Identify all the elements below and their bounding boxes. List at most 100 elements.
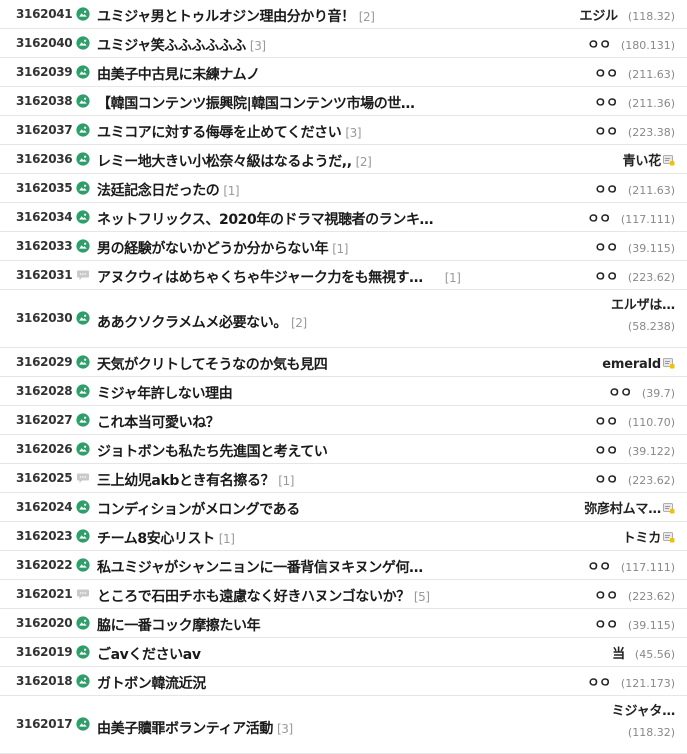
list-item[interactable]: 3162033 男の経験がないかどうか分からない年 [1] ㅇㅇ (39.115): [0, 232, 687, 261]
post-title-link[interactable]: コンディションがメロングである: [97, 499, 300, 519]
post-title-link[interactable]: ユミジャ男とトゥルオジン理由分かり音！ [2]: [97, 6, 375, 26]
author-nickname[interactable]: ㅇㅇ: [594, 96, 618, 111]
post-title-text[interactable]: 私ユミジャがシャンニョンに一番背信ヌキヌンゲ何…: [97, 560, 423, 576]
author-nickname[interactable]: ㅇㅇ: [587, 38, 611, 53]
author-nickname[interactable]: エジル: [580, 9, 619, 24]
post-title-link[interactable]: 由美子贖罪ボランティア活動 [3]: [97, 718, 293, 738]
author-nickname[interactable]: ㅇㅇ: [608, 386, 632, 401]
post-title-link[interactable]: 脇に一番コック摩擦たい年: [97, 615, 261, 635]
post-title-text[interactable]: ところで石田チホも遠慮なく好きハヌンゴないか？: [97, 589, 410, 605]
post-title-text[interactable]: コンディションがメロングである: [97, 502, 300, 518]
post-title-text[interactable]: 三上幼児akbとき有名擦る？: [97, 473, 275, 489]
list-item[interactable]: 3162027 これ本当可愛いね？ ㅇㅇ (110.70): [0, 406, 687, 435]
post-title-text[interactable]: 男の経験がないかどうか分からない年: [97, 241, 329, 257]
post-title-link[interactable]: ミジャ年許しない理由: [97, 383, 233, 403]
list-item[interactable]: 3162029 天気がクリトしてそうなのか気も見四 emerald: [0, 348, 687, 377]
list-item[interactable]: 3162019 ごavくださいav 当 (45.56): [0, 638, 687, 667]
author-nickname[interactable]: ㅇㅇ: [594, 270, 618, 285]
post-title-link[interactable]: ああクソクラメムメ必要ない。 [2]: [97, 312, 307, 332]
list-item[interactable]: 3162040 ユミジャ笑ふふふふふふ [3] ㅇㅇ (180.131): [0, 29, 687, 58]
post-title-link[interactable]: チーム8安心リスト [1]: [97, 528, 235, 548]
post-title-link[interactable]: 三上幼児akbとき有名擦る？ [1]: [97, 470, 294, 490]
post-title-link[interactable]: 由美子中古見に未練ナムノ: [97, 64, 260, 84]
comment-count[interactable]: [1]: [445, 271, 461, 285]
author-nickname[interactable]: エルザは…: [611, 298, 675, 313]
author-nickname[interactable]: 当: [612, 647, 625, 662]
comment-count[interactable]: [3]: [345, 126, 361, 140]
comment-count[interactable]: [1]: [278, 474, 294, 488]
list-item[interactable]: 3162018 ガトボン韓流近況 ㅇㅇ (121.173): [0, 667, 687, 696]
author-nickname[interactable]: emerald: [602, 357, 661, 372]
comment-count[interactable]: [1]: [223, 184, 239, 198]
post-title-text[interactable]: 由美子中古見に未練ナムノ: [97, 67, 260, 83]
list-item[interactable]: 3162028 ミジャ年許しない理由 ㅇㅇ (39.7): [0, 377, 687, 406]
list-item[interactable]: 3162026 ジョトボンも私たち先進国と考えてい ㅇㅇ (39.122): [0, 435, 687, 464]
list-item[interactable]: 3162025 三上幼児akbとき有名擦る？ [1] ㅇㅇ (223.62): [0, 464, 687, 493]
post-title-text[interactable]: 脇に一番コック摩擦たい年: [97, 618, 261, 634]
post-title-text[interactable]: 由美子贖罪ボランティア活動: [97, 721, 273, 737]
post-title-link[interactable]: ジョトボンも私たち先進国と考えてい: [97, 441, 328, 461]
author-nickname[interactable]: ㅇㅇ: [594, 444, 618, 459]
author-nickname[interactable]: ㅇㅇ: [594, 67, 618, 82]
post-title-link[interactable]: 法廷記念日だったの [1]: [97, 180, 240, 200]
post-title-link[interactable]: アヌクウィはめちゃくちゃ牛ジャーク力をも無視す… [1]: [97, 267, 461, 287]
post-title-link[interactable]: 私ユミジャがシャンニョンに一番背信ヌキヌンゲ何…: [97, 557, 423, 577]
post-title-text[interactable]: ガトボン韓流近況: [97, 676, 206, 692]
post-title-text[interactable]: ユミジャ笑ふふふふふふ: [97, 38, 246, 54]
comment-count[interactable]: [5]: [414, 590, 430, 604]
post-title-text[interactable]: ああクソクラメムメ必要ない。: [97, 315, 287, 331]
list-item[interactable]: 3162017 由美子贖罪ボランティア活動 [3] ミジャタ… (118.32): [0, 696, 687, 754]
post-title-text[interactable]: ネットフリックス、2020年のドラマ視聴者のランキ…: [97, 212, 434, 228]
author-nickname[interactable]: ㅇㅇ: [594, 473, 618, 488]
list-item[interactable]: 3162038 【韓国コンテンツ振興院|韓国コンテンツ市場の世… ㅇㅇ (211.…: [0, 87, 687, 116]
list-item[interactable]: 3162031 アヌクウィはめちゃくちゃ牛ジャーク力をも無視す… [1] ㅇㅇ (2…: [0, 261, 687, 290]
author-nickname[interactable]: 青い花: [623, 154, 662, 169]
post-title-text[interactable]: 【韓国コンテンツ振興院|韓国コンテンツ市場の世…: [97, 96, 415, 112]
post-title-link[interactable]: ユミジャ笑ふふふふふふ [3]: [97, 35, 266, 55]
list-item[interactable]: 3162035 法廷記念日だったの [1] ㅇㅇ (211.63): [0, 174, 687, 203]
comment-count[interactable]: [2]: [356, 155, 372, 169]
comment-count[interactable]: [1]: [332, 242, 348, 256]
comment-count[interactable]: [1]: [219, 532, 235, 546]
comment-count[interactable]: [2]: [291, 316, 307, 330]
post-title-text[interactable]: ごavくださいav: [97, 647, 201, 663]
list-item[interactable]: 3162041 ユミジャ男とトゥルオジン理由分かり音！ [2] エジル (118.3…: [0, 0, 687, 29]
post-title-text[interactable]: チーム8安心リスト: [97, 531, 215, 547]
list-item[interactable]: 3162036 レミー地大きい小松奈々級はなるようだ,, [2] 青い花: [0, 145, 687, 174]
post-title-link[interactable]: 男の経験がないかどうか分からない年 [1]: [97, 238, 348, 258]
author-nickname[interactable]: ㅇㅇ: [594, 125, 618, 140]
post-title-link[interactable]: レミー地大きい小松奈々級はなるようだ,, [2]: [97, 151, 372, 171]
author-nickname[interactable]: ㅇㅇ: [594, 589, 618, 604]
post-title-link[interactable]: ガトボン韓流近況: [97, 673, 206, 693]
post-title-text[interactable]: これ本当可愛いね？: [97, 415, 220, 431]
post-title-text[interactable]: レミー地大きい小松奈々級はなるようだ,,: [97, 154, 352, 170]
list-item[interactable]: 3162020 脇に一番コック摩擦たい年 ㅇㅇ (39.115): [0, 609, 687, 638]
author-nickname[interactable]: 弥彦村ムマ…: [584, 502, 661, 517]
author-nickname[interactable]: ㅇㅇ: [594, 183, 618, 198]
post-title-link[interactable]: ネットフリックス、2020年のドラマ視聴者のランキ…: [97, 209, 434, 229]
list-item[interactable]: 3162024 コンディションがメロングである 弥彦村ムマ…: [0, 493, 687, 522]
comment-count[interactable]: [2]: [359, 10, 375, 24]
author-nickname[interactable]: ㅇㅇ: [594, 618, 618, 633]
post-title-link[interactable]: ところで石田チホも遠慮なく好きハヌンゴないか？ [5]: [97, 586, 430, 606]
post-title-text[interactable]: ミジャ年許しない理由: [97, 386, 233, 402]
post-title-text[interactable]: ユミコアに対する侮辱を止めてください: [97, 125, 342, 141]
author-nickname[interactable]: ㅇㅇ: [587, 212, 611, 227]
list-item[interactable]: 3162034 ネットフリックス、2020年のドラマ視聴者のランキ… ㅇㅇ (11…: [0, 203, 687, 232]
post-title-link[interactable]: ユミコアに対する侮辱を止めてください [3]: [97, 122, 362, 142]
author-nickname[interactable]: トミカ: [623, 531, 662, 546]
post-title-text[interactable]: 天気がクリトしてそうなのか気も見四: [97, 357, 328, 373]
post-title-text[interactable]: ジョトボンも私たち先進国と考えてい: [97, 444, 328, 460]
list-item[interactable]: 3162039 由美子中古見に未練ナムノ ㅇㅇ (211.63): [0, 58, 687, 87]
list-item[interactable]: 3162021 ところで石田チホも遠慮なく好きハヌンゴないか？ [5] ㅇㅇ (22…: [0, 580, 687, 609]
list-item[interactable]: 3162037 ユミコアに対する侮辱を止めてください [3] ㅇㅇ (223.38): [0, 116, 687, 145]
author-nickname[interactable]: ㅇㅇ: [587, 560, 611, 575]
list-item[interactable]: 3162030 ああクソクラメムメ必要ない。 [2] エルザは… (58.238): [0, 290, 687, 348]
comment-count[interactable]: [3]: [250, 39, 266, 53]
author-nickname[interactable]: ミジャタ…: [612, 704, 676, 719]
post-title-text[interactable]: ユミジャ男とトゥルオジン理由分かり音！: [97, 9, 355, 25]
list-item[interactable]: 3162022 私ユミジャがシャンニョンに一番背信ヌキヌンゲ何… ㅇㅇ (117.…: [0, 551, 687, 580]
author-nickname[interactable]: ㅇㅇ: [594, 241, 618, 256]
post-title-text[interactable]: アヌクウィはめちゃくちゃ牛ジャーク力をも無視す…: [97, 270, 423, 286]
comment-count[interactable]: [3]: [277, 722, 293, 736]
